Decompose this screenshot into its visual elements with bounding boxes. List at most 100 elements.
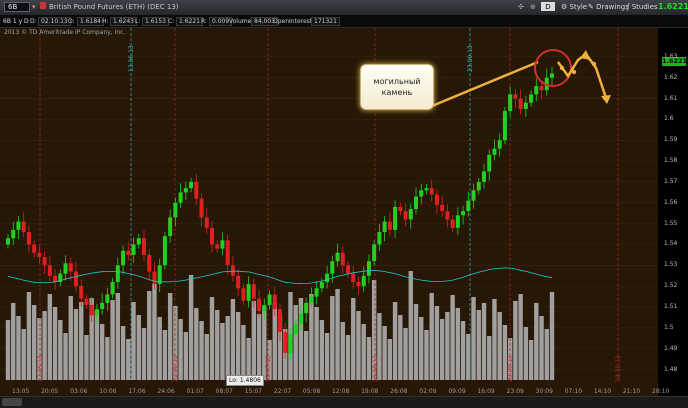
price-tick-label: 1.52 bbox=[664, 282, 678, 290]
candle-body bbox=[11, 229, 16, 239]
price-tick-label: 1.51 bbox=[664, 303, 678, 311]
info-date-value: 02.10.13 bbox=[38, 17, 71, 26]
volume-bar bbox=[241, 325, 246, 380]
volume-bar bbox=[157, 317, 162, 380]
candle-body bbox=[429, 188, 434, 195]
time-tick-label: 17:06 bbox=[128, 388, 146, 395]
expiration-date-label: 16.08.13 bbox=[372, 355, 379, 382]
instrument-name: British Pound Futures (ETH) (DEC 13) bbox=[49, 3, 179, 11]
volume-bar bbox=[335, 289, 340, 380]
volume-bar bbox=[21, 329, 26, 380]
price-tick-label: 1.55 bbox=[664, 219, 678, 227]
volume-bar bbox=[403, 328, 408, 380]
volume-bar bbox=[84, 335, 89, 380]
candle-body bbox=[534, 86, 539, 95]
style-button[interactable]: ⚙ Style bbox=[561, 2, 587, 13]
copyright-text: 2013 © TD Ameritrade IP Company, Inc. bbox=[4, 29, 126, 36]
candle-body bbox=[194, 181, 199, 199]
volume-bar bbox=[58, 320, 63, 380]
volume-bar bbox=[183, 332, 189, 380]
last-price: 1.6221 bbox=[658, 2, 688, 11]
volume-bar bbox=[293, 305, 298, 380]
price-chart[interactable] bbox=[0, 28, 688, 396]
candle-body bbox=[89, 304, 94, 316]
volume-bar bbox=[539, 316, 544, 380]
candle-body bbox=[356, 282, 361, 287]
volume-bar bbox=[398, 315, 403, 380]
volume-bar bbox=[445, 312, 450, 380]
volume-bar bbox=[178, 319, 183, 380]
candle-body bbox=[131, 244, 136, 255]
scroll-thumb[interactable] bbox=[2, 398, 22, 406]
time-tick-label: 20:05 bbox=[41, 388, 59, 395]
time-scrollbar[interactable] bbox=[0, 396, 688, 408]
volume-bar bbox=[131, 302, 136, 380]
candle-body bbox=[115, 265, 120, 283]
callout-line-1: могильный bbox=[373, 77, 421, 86]
volume-bar bbox=[105, 337, 110, 380]
info-open-label: O: bbox=[68, 18, 75, 25]
time-tick-label: 05:08 bbox=[302, 388, 321, 395]
expiration-date-label: 21.06.13 bbox=[172, 355, 179, 382]
candle-body bbox=[298, 313, 303, 324]
candle-body bbox=[74, 271, 78, 287]
candle-body bbox=[398, 206, 403, 212]
crosshair-icon[interactable]: ✣ bbox=[518, 2, 524, 12]
candle-body bbox=[32, 244, 37, 253]
price-tick-label: 1.48 bbox=[664, 365, 678, 373]
candle-body bbox=[482, 171, 486, 182]
candle-body bbox=[21, 221, 26, 232]
candle-body bbox=[6, 238, 10, 245]
expiration-date-label: 18.10.13 bbox=[615, 355, 622, 382]
volume-bar bbox=[235, 312, 241, 380]
candle-body bbox=[288, 334, 293, 353]
callout-line-2: камень bbox=[381, 88, 413, 97]
candle-body bbox=[178, 192, 183, 203]
volume-bar bbox=[319, 320, 325, 380]
candle-body bbox=[366, 261, 371, 276]
candle-body bbox=[16, 221, 21, 230]
candle-body bbox=[461, 211, 466, 216]
candle-body bbox=[183, 188, 188, 193]
volume-bar bbox=[419, 317, 424, 380]
candle-body bbox=[220, 240, 225, 249]
candle-body bbox=[513, 94, 518, 99]
candle-body bbox=[230, 265, 235, 276]
candle-body bbox=[393, 206, 398, 230]
period-label: 6B 1 y D bbox=[3, 18, 29, 25]
timeframe-d-button[interactable]: D bbox=[541, 2, 555, 11]
volume-bar bbox=[455, 308, 461, 380]
candle-body bbox=[403, 211, 408, 220]
marker-date-label: 23.09.13 bbox=[467, 45, 474, 72]
candle-body bbox=[79, 286, 84, 299]
volume-bar bbox=[220, 323, 225, 380]
volume-bar bbox=[476, 310, 481, 380]
candle-body bbox=[518, 98, 523, 109]
candle-body bbox=[278, 309, 282, 333]
zoom-icon[interactable]: ⊕ bbox=[530, 2, 536, 12]
candle-body bbox=[440, 204, 445, 212]
time-tick-label: 23:09 bbox=[506, 388, 524, 395]
volume-bar bbox=[188, 275, 194, 380]
volume-bar bbox=[481, 303, 487, 380]
projection-point bbox=[591, 61, 597, 67]
volume-bar bbox=[518, 294, 523, 380]
volume-bar bbox=[460, 321, 466, 380]
time-tick-label: 15:07 bbox=[244, 388, 263, 395]
candle-body bbox=[142, 238, 146, 255]
volume-bar bbox=[382, 326, 387, 380]
candle-body bbox=[162, 236, 167, 266]
volume-bar bbox=[5, 320, 11, 380]
symbol-input[interactable]: 6B bbox=[4, 2, 30, 12]
info-close-value: 1.6221 bbox=[176, 17, 203, 26]
volume-bar bbox=[351, 298, 356, 380]
candle-body bbox=[215, 244, 220, 249]
chevron-down-icon[interactable]: ▾ bbox=[32, 2, 36, 12]
drawings-button[interactable]: ✎ Drawings bbox=[588, 2, 629, 13]
volume-bar bbox=[225, 316, 230, 380]
info-high-label: H: bbox=[102, 18, 109, 25]
volume-bar bbox=[31, 305, 37, 380]
candle-body bbox=[387, 221, 392, 230]
studies-button[interactable]: ƒ Studies bbox=[627, 2, 658, 13]
time-tick-label: 01:07 bbox=[186, 388, 204, 395]
